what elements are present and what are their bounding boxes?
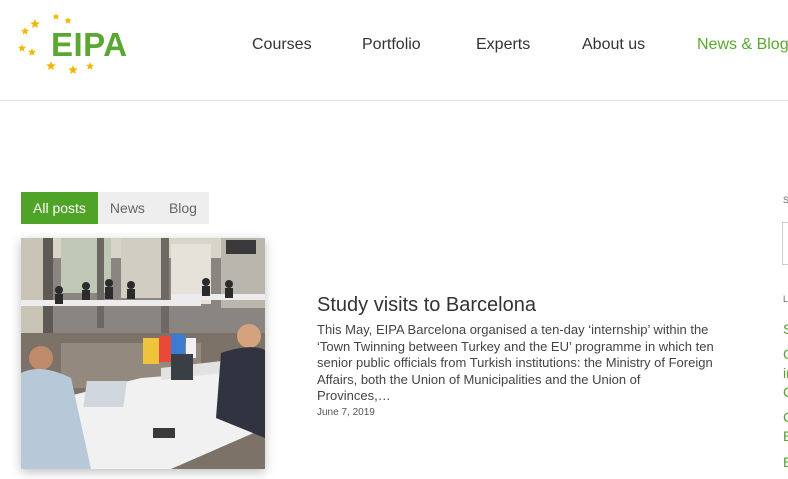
post-thumbnail[interactable] bbox=[21, 238, 265, 469]
sidebar-search-input[interactable] bbox=[782, 222, 788, 265]
nav-experts[interactable]: Experts bbox=[476, 36, 530, 54]
nav-about-us[interactable]: About us bbox=[582, 36, 645, 54]
sidebar-link[interactable]: C bbox=[783, 409, 788, 425]
logo-wordmark: EIPA bbox=[51, 26, 128, 63]
sidebar-link[interactable]: S bbox=[783, 321, 788, 337]
meeting-room-photo bbox=[21, 238, 265, 469]
post-date: June 7, 2019 bbox=[317, 407, 375, 418]
post-filter-tabs: All posts News Blog bbox=[21, 192, 209, 224]
sidebar-latest-heading: L bbox=[783, 294, 788, 304]
sidebar-link[interactable]: E bbox=[783, 428, 788, 444]
sidebar-link[interactable]: C bbox=[783, 346, 788, 362]
filter-all-posts[interactable]: All posts bbox=[21, 192, 98, 224]
sidebar-link[interactable]: E bbox=[783, 454, 788, 470]
post-excerpt: This May, EIPA Barcelona organised a ten… bbox=[317, 322, 714, 403]
sidebar-link[interactable]: ir bbox=[783, 365, 788, 381]
nav-news-blog[interactable]: News & Blog bbox=[697, 36, 788, 54]
nav-courses[interactable]: Courses bbox=[252, 36, 312, 54]
nav-portfolio[interactable]: Portfolio bbox=[362, 36, 421, 54]
sidebar-link[interactable]: C bbox=[783, 384, 788, 400]
filter-news[interactable]: News bbox=[97, 192, 157, 224]
eipa-logo[interactable]: EIPA bbox=[18, 12, 128, 80]
sidebar-search-heading: S bbox=[783, 195, 788, 205]
site-header: EIPA Courses Portfolio Experts About us … bbox=[0, 0, 788, 101]
post-title[interactable]: Study visits to Barcelona bbox=[317, 294, 536, 317]
filter-blog[interactable]: Blog bbox=[156, 192, 209, 224]
